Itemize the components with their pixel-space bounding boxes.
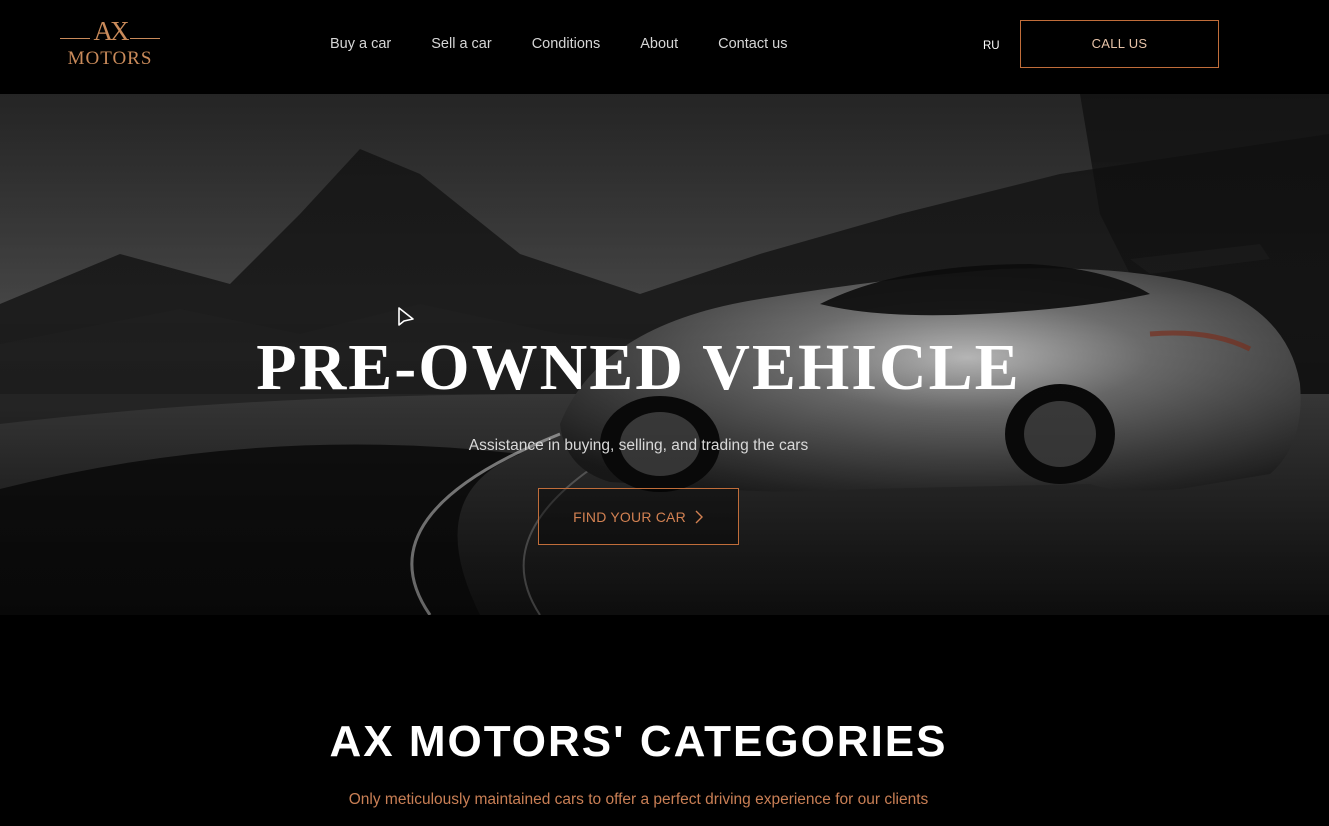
- chevron-right-icon: [695, 510, 703, 523]
- main-nav: Buy a car Sell a car Conditions About Co…: [330, 35, 787, 53]
- logo-wordmark: MOTORS: [67, 48, 153, 69]
- find-your-car-button[interactable]: FIND YOUR CAR: [538, 488, 739, 545]
- page: AX MOTORS Buy a car Sell a car Condition…: [0, 0, 1329, 826]
- nav-buy-a-car[interactable]: Buy a car: [330, 35, 391, 53]
- categories-title: AX MOTORS' CATEGORIES: [329, 717, 948, 766]
- categories-subtitle: Only meticulously maintained cars to off…: [348, 791, 929, 808]
- mouse-pointer-icon: [398, 307, 414, 326]
- nav-contact-us[interactable]: Contact us: [718, 35, 787, 53]
- nav-sell-a-car[interactable]: Sell a car: [431, 35, 491, 53]
- site-header: AX MOTORS Buy a car Sell a car Condition…: [0, 0, 1329, 94]
- call-us-button[interactable]: CALL US: [1020, 20, 1219, 68]
- hero-title: PRE-OWNED VEHICLE: [256, 331, 1021, 404]
- logo[interactable]: AX MOTORS: [60, 16, 160, 70]
- hero-section: PRE-OWNED VEHICLE Assistance in buying, …: [0, 94, 1329, 615]
- language-switch[interactable]: RU: [983, 39, 1000, 53]
- logo-mark: AX: [60, 16, 160, 46]
- find-your-car-label: FIND YOUR CAR: [573, 508, 686, 525]
- hero-subtitle: Assistance in buying, selling, and tradi…: [468, 437, 809, 454]
- nav-conditions[interactable]: Conditions: [532, 35, 601, 53]
- nav-about[interactable]: About: [640, 35, 678, 53]
